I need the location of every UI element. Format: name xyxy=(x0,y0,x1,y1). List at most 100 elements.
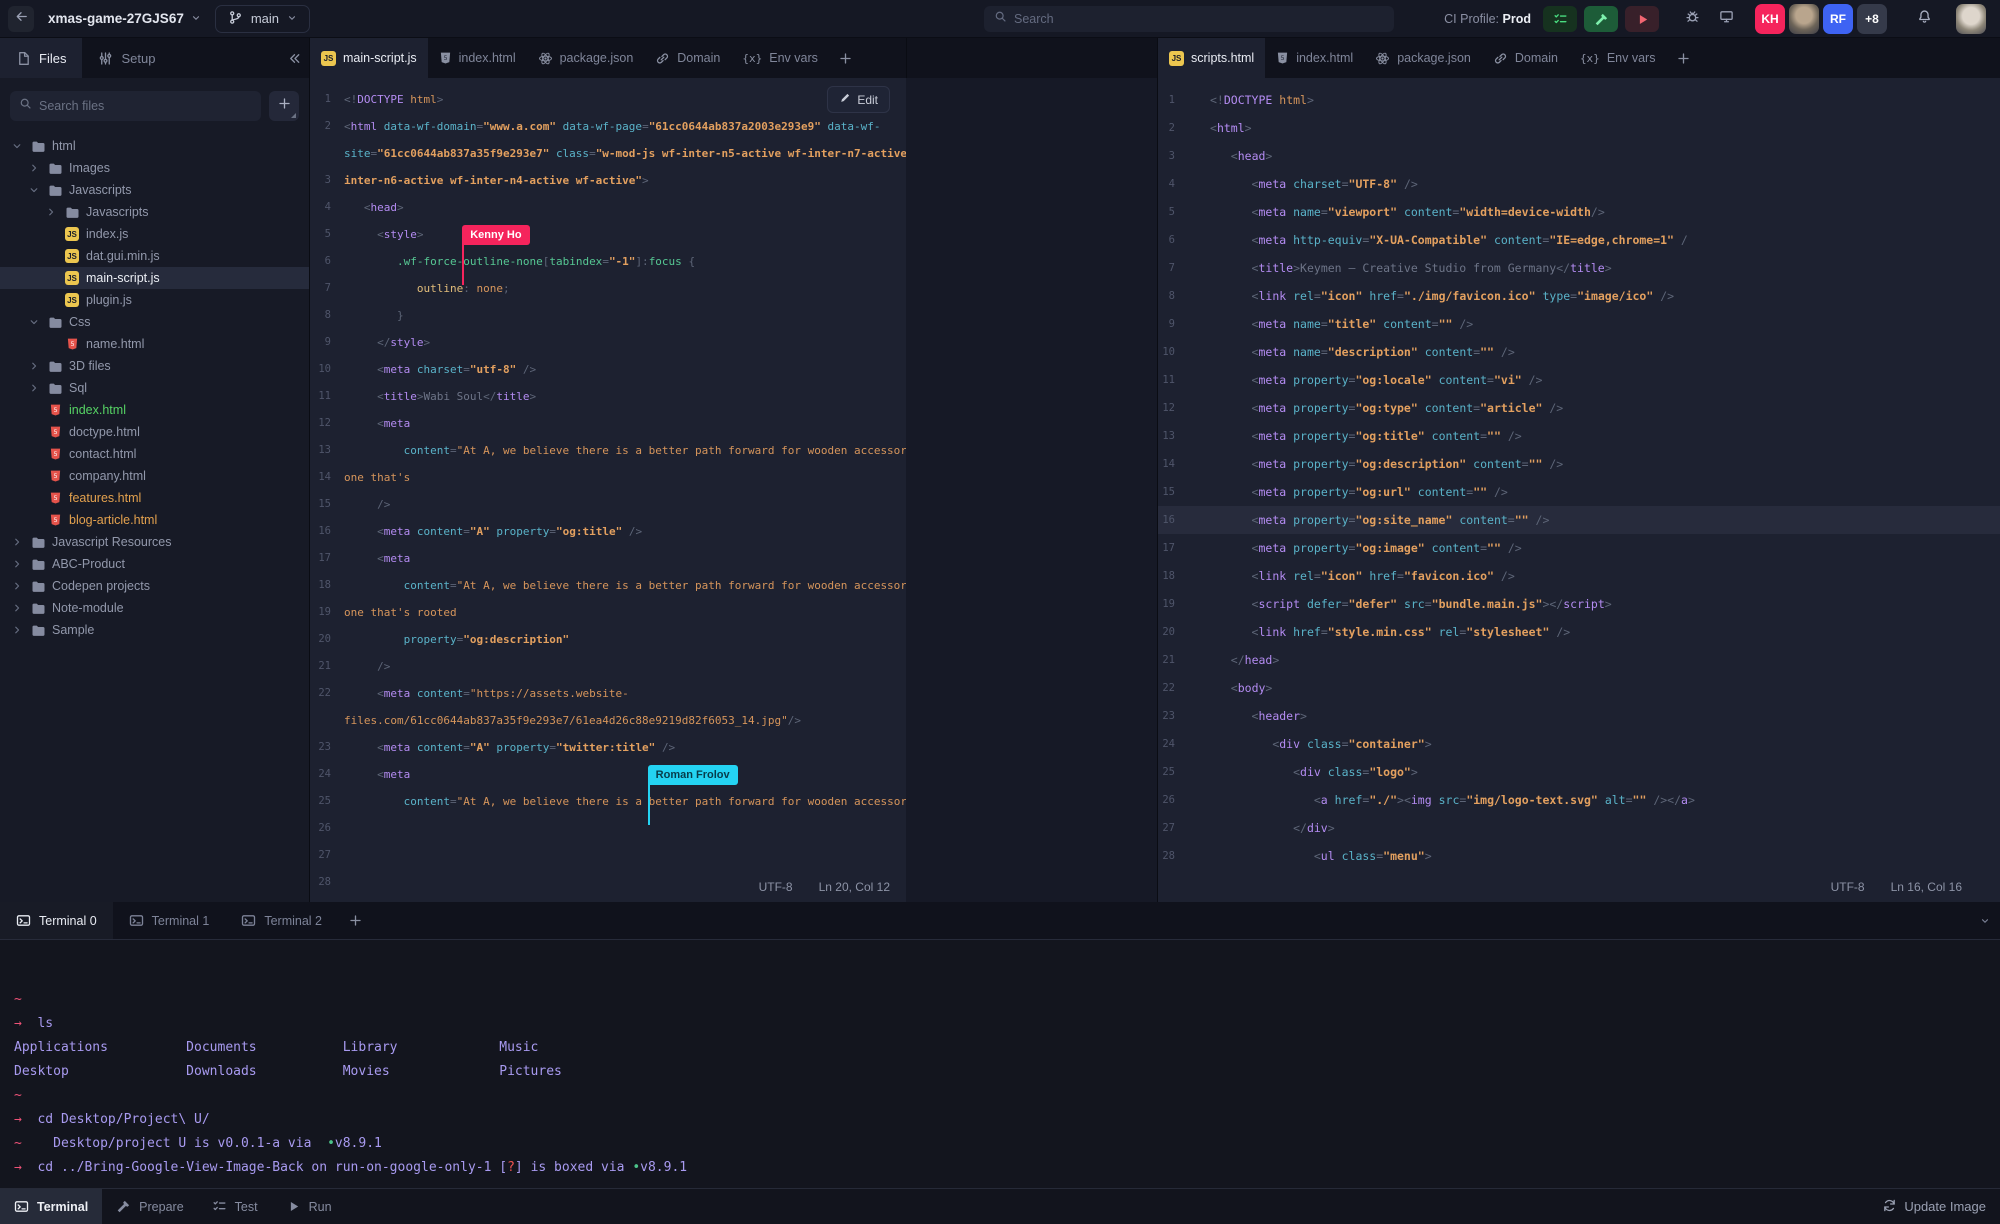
chevron-right-icon xyxy=(10,603,24,613)
search-icon xyxy=(994,10,1007,28)
middle-editor-tab-package-json[interactable]: package.json xyxy=(527,38,645,78)
tree-item-codepen-projects[interactable]: Codepen projects xyxy=(0,575,309,597)
line-content: <style> xyxy=(377,228,424,241)
user-avatar[interactable] xyxy=(1956,4,1986,34)
middle-editor-tab-index-html[interactable]: 5 index.html xyxy=(428,38,527,78)
middle-editor-tab-main-script-js[interactable]: JS main-script.js xyxy=(310,38,428,78)
avatar-rf[interactable]: RF xyxy=(1823,4,1853,34)
branch-selector[interactable]: main xyxy=(214,4,311,33)
svg-text:5: 5 xyxy=(443,55,447,62)
code-line-18: 18 content="At A, we believe there is a … xyxy=(310,572,906,599)
tree-item-features-html[interactable]: 5 features.html xyxy=(0,487,309,509)
right-editor-tab-scripts-html[interactable]: JS scripts.html xyxy=(1158,38,1266,78)
bottombar-run-button[interactable]: Run xyxy=(272,1189,346,1224)
right-editor-tab-package-json[interactable]: package.json xyxy=(1364,38,1482,78)
editor-middle[interactable]: Edit 1 <!DOCTYPE html> 2 <html data-wf-doma… xyxy=(310,78,906,902)
add-file-button[interactable] xyxy=(269,91,299,121)
line-content: <meta property="og:title" content="" /> xyxy=(1251,429,1522,443)
tree-item-note-module[interactable]: Note-module xyxy=(0,597,309,619)
js-file-icon: JS xyxy=(64,227,80,241)
tree-item-sample[interactable]: Sample xyxy=(0,619,309,641)
tree-item-doctype-html[interactable]: 5 doctype.html xyxy=(0,421,309,443)
tree-item-company-html[interactable]: 5 company.html xyxy=(0,465,309,487)
workspace-dropdown[interactable]: xmas-game-27GJS67 xyxy=(48,11,201,26)
terminal-collapse-button[interactable] xyxy=(1980,902,1990,940)
collapse-sidebar-button[interactable] xyxy=(279,38,309,78)
file-search-input[interactable] xyxy=(39,99,252,113)
edit-button[interactable]: Edit xyxy=(827,86,890,113)
code-line-15: 15 /> xyxy=(310,491,906,518)
line-content: <meta property="og:description" content=… xyxy=(1251,457,1564,471)
terminal-tab-terminal-2[interactable]: Terminal 2 xyxy=(225,902,338,939)
tree-item-3d-files[interactable]: 3D files xyxy=(0,355,309,377)
code-line-18: 18 <link rel="icon" href="favicon.ico" /… xyxy=(1158,562,2000,590)
line-content: </head> xyxy=(1230,653,1280,667)
tree-item-contact-html[interactable]: 5 contact.html xyxy=(0,443,309,465)
global-search-input[interactable] xyxy=(1014,12,1384,26)
env-vars-icon: {x} xyxy=(1579,51,1600,65)
preview-monitor-icon[interactable] xyxy=(1715,6,1737,32)
chevron-right-icon xyxy=(27,361,41,371)
tree-item-html[interactable]: html xyxy=(0,135,309,157)
hammer-button[interactable] xyxy=(1584,6,1618,32)
avatar-8[interactable]: +8 xyxy=(1857,4,1887,34)
tree-item-index-html[interactable]: 5 index.html xyxy=(0,399,309,421)
terminal-tab-terminal-1[interactable]: Terminal 1 xyxy=(113,902,226,939)
tree-item-css[interactable]: Css xyxy=(0,311,309,333)
sidebar-tab-setup[interactable]: Setup xyxy=(82,38,171,78)
right-editor-tab-env-vars[interactable]: {x} Env vars xyxy=(1569,38,1667,78)
update-image-button[interactable]: Update Image xyxy=(1882,1198,1986,1216)
right-editor-tab-domain[interactable]: Domain xyxy=(1482,38,1569,78)
tree-item-javascripts[interactable]: Javascripts xyxy=(0,201,309,223)
code-area-right[interactable]: 1 <!DOCTYPE html> 2 <html> 3 <head> 4 <meta c… xyxy=(1158,78,2000,870)
tree-item-main-script-js[interactable]: JS main-script.js xyxy=(0,267,309,289)
line-number: 14 xyxy=(318,471,331,483)
bottombar-test-button[interactable]: Test xyxy=(198,1189,272,1224)
terminal-new-tab-button[interactable] xyxy=(338,913,372,928)
middle-editor-tab-env-vars[interactable]: {x} Env vars xyxy=(731,38,829,78)
tree-item-plugin-js[interactable]: JS plugin.js xyxy=(0,289,309,311)
button-label: Prepare xyxy=(139,1199,184,1214)
tree-item-abc-product[interactable]: ABC-Product xyxy=(0,553,309,575)
code-line-20: 20 property="og:description" xyxy=(310,626,906,653)
tree-item-label: blog-article.html xyxy=(69,513,158,527)
line-content: <meta charset="utf-8" /> xyxy=(377,363,537,376)
back-button[interactable] xyxy=(8,5,34,32)
terminal-line: ~ xyxy=(14,1088,22,1103)
line-number: 18 xyxy=(318,579,331,591)
play-button[interactable] xyxy=(1625,6,1659,32)
notifications-bell-icon[interactable] xyxy=(1917,9,1932,29)
tree-item-blog-article-html[interactable]: 5 blog-article.html xyxy=(0,509,309,531)
editor-right[interactable]: 1 <!DOCTYPE html> 2 <html> 3 <head> 4 <meta c… xyxy=(1158,78,2000,902)
tree-item-javascripts[interactable]: Javascripts xyxy=(0,179,309,201)
line-number: 17 xyxy=(318,552,331,564)
tree-item-name-html[interactable]: 5 name.html xyxy=(0,333,309,355)
play-icon xyxy=(286,1199,301,1214)
middle-editor-new-tab-button[interactable] xyxy=(829,38,863,78)
avatar-kh[interactable]: KH xyxy=(1755,4,1785,34)
terminal-line: → ls xyxy=(14,1016,54,1031)
svg-text:5: 5 xyxy=(53,495,57,502)
tree-item-index-js[interactable]: JS index.js xyxy=(0,223,309,245)
code-area-middle[interactable]: 1 <!DOCTYPE html> 2 <html data-wf-domain="w… xyxy=(310,78,906,896)
line-content: <link rel="icon" href="./img/favicon.ico… xyxy=(1251,289,1675,303)
tree-item-javascript-resources[interactable]: Javascript Resources xyxy=(0,531,309,553)
debug-icon[interactable] xyxy=(1681,6,1703,32)
tree-item-images[interactable]: Images xyxy=(0,157,309,179)
avatar-photo[interactable] xyxy=(1789,4,1819,34)
tree-item-sql[interactable]: Sql xyxy=(0,377,309,399)
editor-gap xyxy=(906,78,1158,902)
right-editor-new-tab-button[interactable] xyxy=(1666,38,1700,78)
terminal-body[interactable]: ~ → ls Applications Documents Library Musi… xyxy=(0,940,2000,1188)
sidebar-tab-files[interactable]: Files xyxy=(0,38,83,78)
middle-editor-tab-domain[interactable]: Domain xyxy=(644,38,731,78)
bottombar-terminal-button[interactable]: Terminal xyxy=(0,1188,103,1224)
line-content: .wf-force- Kenny Ho outline-none[tabindex=… xyxy=(344,225,906,285)
terminal-tab-terminal-0[interactable]: Terminal 0 xyxy=(0,902,113,939)
tree-item-dat-gui-min-js[interactable]: JS dat.gui.min.js xyxy=(0,245,309,267)
line-number: 19 xyxy=(1162,598,1175,610)
cursor-position: Ln 16, Col 16 xyxy=(1890,880,1962,894)
bottombar-prepare-button[interactable]: Prepare xyxy=(102,1189,197,1224)
checklist-button[interactable] xyxy=(1543,6,1577,32)
right-editor-tab-index-html[interactable]: 5 index.html xyxy=(1265,38,1364,78)
